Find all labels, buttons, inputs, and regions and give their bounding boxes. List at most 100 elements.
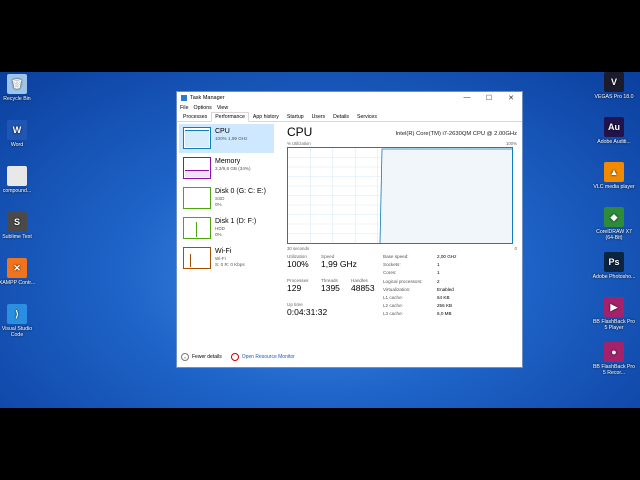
recycle-bin-icon: 🗑 — [7, 74, 27, 94]
detail-key: L2 cache: — [383, 303, 403, 309]
detail-row: L2 cache: 256 KB — [383, 302, 456, 310]
desktop-icon-label: Adobe Photosho... — [592, 274, 636, 280]
minimize-button[interactable]: — — [456, 94, 478, 102]
desktop-icon[interactable]: ● BB FlashBack Pro 5 Recor... — [592, 342, 636, 376]
desktop-icon-label: Sublime Text — [2, 234, 32, 240]
detail-row: Sockets: 1 — [383, 261, 456, 269]
utilization-value: 100% — [287, 259, 309, 269]
desktop-icon[interactable]: 🗑 Recycle Bin — [0, 74, 39, 102]
cpu-title: CPU — [287, 125, 313, 139]
sidebar-disk0-name: Disk 0 (G: C: E:) — [215, 188, 266, 195]
detail-value: 256 KB — [437, 303, 453, 309]
threads-value: 1395 — [321, 283, 340, 293]
menu-options[interactable]: Options — [194, 105, 212, 111]
desktop-icon-label: Recycle Bin — [3, 96, 31, 102]
cpu-panel: CPU Intel(R) Core(TM) i7-2630QM CPU @ 2.… — [287, 124, 517, 324]
sidebar-wifi-value: S: 0 R: 0 Kbps — [215, 261, 245, 267]
task-manager-app-icon — [181, 94, 187, 101]
speed-value: 1,99 GHz — [321, 259, 357, 269]
window-title: Task Manager — [190, 94, 225, 101]
detail-key: Base speed: — [383, 254, 409, 259]
detail-row: Cores: 1 — [383, 269, 456, 277]
tab-startup[interactable]: Startup — [283, 112, 308, 121]
menu-view[interactable]: View — [217, 105, 228, 111]
tab-details[interactable]: Details — [329, 112, 353, 121]
menu-file[interactable]: File — [180, 105, 189, 111]
tab-performance[interactable]: Performance — [211, 112, 249, 122]
desktop: 🗑 Recycle Bin W Word compound... S Sublime Tex… — [0, 72, 640, 408]
sidebar-item-cpu[interactable]: CPU 100% 1,99 GHz — [179, 124, 274, 153]
detail-value: 2 — [437, 278, 440, 284]
desktop-icon-label: compound... — [2, 188, 32, 194]
sidebar-disk1-name: Disk 1 (D: F:) — [215, 218, 257, 225]
tab-processes[interactable]: Processes — [179, 112, 211, 121]
sidebar-memory-name: Memory — [215, 158, 241, 165]
tab-services[interactable]: Services — [353, 112, 381, 121]
detail-key: Sockets: — [383, 262, 401, 268]
tab-users[interactable]: Users — [308, 112, 330, 121]
wifi-thumbnail — [183, 247, 211, 269]
word-icon: W — [7, 120, 27, 140]
desktop-icon-label: XAMPP Contr... — [0, 280, 36, 286]
sidebar-cpu-value: 100% 1,99 GHz — [215, 136, 248, 141]
detail-row: L1 cache: 64 KB — [383, 294, 456, 302]
photoshop-icon: Ps — [604, 252, 624, 272]
desktop-icon[interactable]: V VEGAS Pro 18.0 — [592, 72, 636, 100]
graph-y-label: % Utilization — [287, 141, 311, 146]
tab-app-history[interactable]: App history — [249, 112, 283, 121]
desktop-icon[interactable]: S Sublime Text — [0, 212, 39, 240]
chevron-up-icon[interactable]: ˄ — [181, 353, 189, 361]
task-manager-window: Task Manager — ☐ ✕ File Options View Pro… — [176, 91, 523, 368]
vlc-icon: ▲ — [604, 162, 624, 182]
desktop-icon-label: Adobe Auditi... — [597, 139, 631, 145]
sidebar-item-wifi[interactable]: Wi-Fi Wi-Fi S: 0 R: 0 Kbps — [179, 244, 274, 273]
flashback-recorder-icon: ● — [604, 342, 624, 362]
graph-x-label: 30 seconds — [287, 246, 309, 251]
detail-key: Virtualization: — [383, 286, 411, 292]
desktop-icon[interactable]: W Word — [0, 120, 39, 148]
sidebar-item-memory[interactable]: Memory 3,3/9,8 GB (34%) — [179, 154, 274, 183]
desktop-icon[interactable]: ◆ CorelDRAW X7 (64-Bit) — [592, 207, 636, 241]
detail-row: Base speed: 2,00 GHz — [383, 253, 456, 261]
detail-value: 1 — [437, 270, 440, 276]
desktop-icon[interactable]: Ps Adobe Photosho... — [592, 252, 636, 280]
desktop-icon[interactable]: compound... — [0, 166, 39, 194]
maximize-button[interactable]: ☐ — [478, 94, 500, 102]
desktop-icon[interactable]: ⟩ Visual Studio Code — [0, 304, 39, 338]
graph-x-min: 0 — [514, 246, 517, 251]
detail-row: L3 cache: 6,0 MB — [383, 310, 456, 318]
cpu-usage-area — [380, 149, 512, 243]
desktop-icon[interactable]: ▲ VLC media player — [592, 162, 636, 190]
fewer-details-link[interactable]: Fewer details — [192, 354, 222, 360]
sidebar-memory-value: 3,3/9,8 GB (34%) — [215, 166, 251, 171]
cpu-details: Base speed: 2,00 GHz Sockets: 1 Cores: 1 Logic… — [383, 253, 456, 319]
close-button[interactable]: ✕ — [500, 94, 522, 102]
detail-row: Logical processors: 2 — [383, 278, 456, 286]
handles-value: 48853 — [351, 283, 375, 293]
desktop-icon-label: BB FlashBack Pro 5 Player — [592, 319, 636, 331]
detail-value: 2,00 GHz — [437, 254, 457, 259]
sidebar-cpu-name: CPU — [215, 128, 230, 135]
cpu-model: Intel(R) Core(TM) i7-2630QM CPU @ 2.00GH… — [395, 131, 517, 137]
coreldraw-icon: ◆ — [604, 207, 624, 227]
detail-value: 6,0 MB — [437, 311, 452, 317]
menu-bar: File Options View — [177, 103, 522, 112]
sidebar-item-disk-0[interactable]: Disk 0 (G: C: E:) SSD 0% — [179, 184, 274, 213]
title-bar[interactable]: Task Manager — ☐ ✕ — [177, 92, 522, 103]
uptime-value: 0:04:31:32 — [287, 307, 328, 317]
resource-monitor-icon — [230, 353, 239, 361]
sidebar-disk1-value: 0% — [215, 231, 222, 237]
desktop-icon[interactable]: Au Adobe Auditi... — [592, 117, 636, 145]
detail-key: Cores: — [383, 270, 397, 276]
disk-1-thumbnail — [183, 217, 211, 239]
open-resource-monitor-link[interactable]: Open Resource Monitor — [242, 354, 295, 360]
tab-bar: Processes Performance App history Startu… — [177, 112, 522, 122]
graph-y-max: 100% — [506, 141, 517, 146]
document-icon — [7, 166, 27, 186]
desktop-icon[interactable]: ✕ XAMPP Contr... — [0, 258, 39, 286]
cpu-utilization-graph — [287, 147, 513, 244]
detail-value: Enabled — [437, 286, 454, 292]
sidebar-item-disk-1[interactable]: Disk 1 (D: F:) HDD 0% — [179, 214, 274, 243]
desktop-icon[interactable]: ▶ BB FlashBack Pro 5 Player — [592, 297, 636, 331]
detail-value: 1 — [437, 262, 440, 268]
